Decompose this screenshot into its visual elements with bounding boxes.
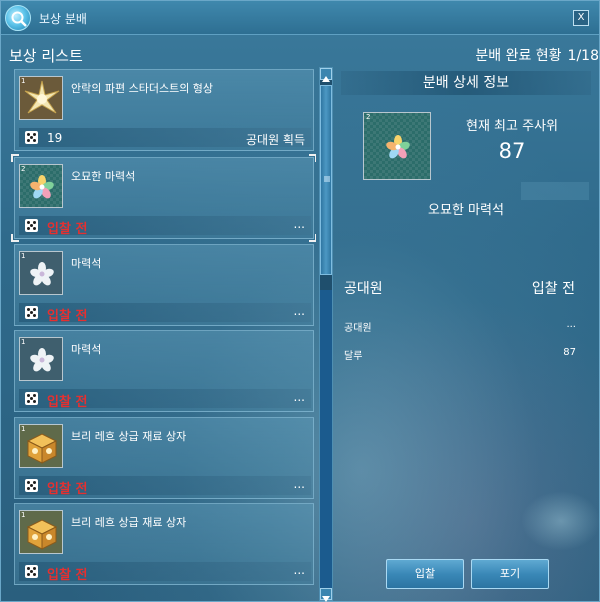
reward-distribution-window: 보상 분배 X 보상 리스트 분배 완료 현황 1/18 1 안락의 파편 스타더… [0, 0, 600, 602]
item-result-bar: 입찰 전 ... [19, 562, 311, 583]
dice-icon [25, 479, 38, 492]
detail-item-name: 오묘한 마력석 [428, 203, 504, 218]
reward-item[interactable]: 1 마력석 입찰 전 ... [14, 244, 314, 326]
material-box-icon: 1 [19, 424, 63, 468]
mana-stone-icon: 1 [19, 251, 63, 295]
item-result-bar: 입찰 전 ... [19, 476, 311, 497]
winner-label: ... [293, 304, 305, 318]
dice-icon [25, 565, 38, 578]
mana-stone-icon: 2 [19, 164, 63, 208]
reward-item[interactable]: 1 안락의 파편 스타더스트의 형상 19 공대원 획득 [14, 69, 314, 151]
highest-roll-value: 87 [498, 139, 526, 163]
bid-status: 입찰 전 [47, 309, 88, 324]
winner-label: ... [293, 563, 305, 577]
bid-status: 입찰 전 [47, 395, 88, 410]
member-row: 달루 87 [344, 347, 576, 363]
selection-corner [11, 234, 19, 242]
item-name: 마력석 [71, 257, 102, 270]
scroll-track[interactable] [320, 290, 332, 588]
detail-header: 분배 상세 정보 [341, 71, 591, 95]
selection-corner [309, 154, 316, 162]
member-name: 달루 [344, 351, 363, 362]
dice-roll-value: 19 [47, 131, 63, 145]
winner-label: 공대원 획득 [245, 133, 305, 147]
grip-icon [324, 176, 330, 182]
member-roll: 87 [563, 347, 576, 358]
highest-roll-label: 현재 최고 주사위 [466, 119, 558, 134]
winner-label: ... [293, 217, 305, 231]
dice-icon [25, 392, 38, 405]
reward-item[interactable]: 1 브리 레흐 상급 재료 상자 입찰 전 ... [14, 503, 314, 585]
item-result-bar: 19 공대원 획득 [19, 128, 311, 147]
reward-list-scrollbar[interactable] [319, 67, 333, 602]
magnifier-icon [5, 5, 31, 31]
selection-corner [11, 154, 19, 162]
winner-label: ... [293, 477, 305, 491]
reward-list: 1 안락의 파편 스타더스트의 형상 19 공대원 획득 2 오묘한 마력석 입… [11, 67, 316, 602]
distribution-status-label: 분배 완료 현황 [475, 48, 562, 64]
selection-corner [309, 234, 316, 242]
item-name: 안락의 파편 스타더스트의 형상 [71, 82, 214, 95]
arrow-up-icon [322, 76, 330, 82]
members-status: 입찰 전 [531, 281, 575, 297]
pass-button[interactable]: 포기 [471, 559, 549, 589]
reward-list-title: 보상 리스트 [9, 47, 83, 65]
dice-icon [25, 219, 38, 232]
members-header: 공대원 [344, 281, 383, 297]
dice-icon [25, 131, 38, 144]
reward-item[interactable]: 1 브리 레흐 상급 재료 상자 입찰 전 ... [14, 417, 314, 499]
bid-status: 입찰 전 [47, 568, 88, 583]
stardust-icon: 1 [19, 76, 63, 120]
member-name: 공대원 [344, 323, 372, 334]
arrow-down-icon [322, 596, 330, 602]
member-roll: ... [566, 319, 576, 330]
title-bar[interactable]: 보상 분배 X [1, 1, 599, 35]
background-effect [521, 491, 600, 551]
scroll-up-button[interactable] [320, 68, 332, 82]
item-name: 마력석 [71, 343, 102, 356]
item-name: 브리 레흐 상급 재료 상자 [71, 516, 187, 529]
scroll-thumb[interactable] [320, 85, 332, 275]
reward-item[interactable]: 1 마력석 입찰 전 ... [14, 330, 314, 412]
reward-item-selected[interactable]: 2 오묘한 마력석 입찰 전 ... [11, 154, 316, 242]
item-result-bar: 입찰 전 ... [19, 216, 311, 237]
bid-button[interactable]: 입찰 [386, 559, 464, 589]
item-result-bar: 입찰 전 ... [19, 303, 311, 324]
bid-status: 입찰 전 [47, 482, 88, 497]
mana-stone-icon: 2 [363, 112, 431, 180]
distribution-status-value: 1/18 [567, 48, 599, 64]
mana-stone-icon: 1 [19, 337, 63, 381]
distribution-status: 분배 완료 현황 1/18 [469, 45, 599, 65]
detail-strip [521, 182, 589, 200]
item-name: 오묘한 마력석 [71, 170, 136, 183]
window-title: 보상 분배 [39, 12, 87, 26]
item-result-bar: 입찰 전 ... [19, 389, 311, 410]
material-box-icon: 1 [19, 510, 63, 554]
dice-icon [25, 306, 38, 319]
member-row: 공대원 ... [344, 319, 576, 335]
close-button[interactable]: X [573, 10, 589, 26]
scroll-down-button[interactable] [320, 588, 332, 602]
bid-status: 입찰 전 [47, 222, 88, 237]
item-name: 브리 레흐 상급 재료 상자 [71, 430, 187, 443]
winner-label: ... [293, 390, 305, 404]
